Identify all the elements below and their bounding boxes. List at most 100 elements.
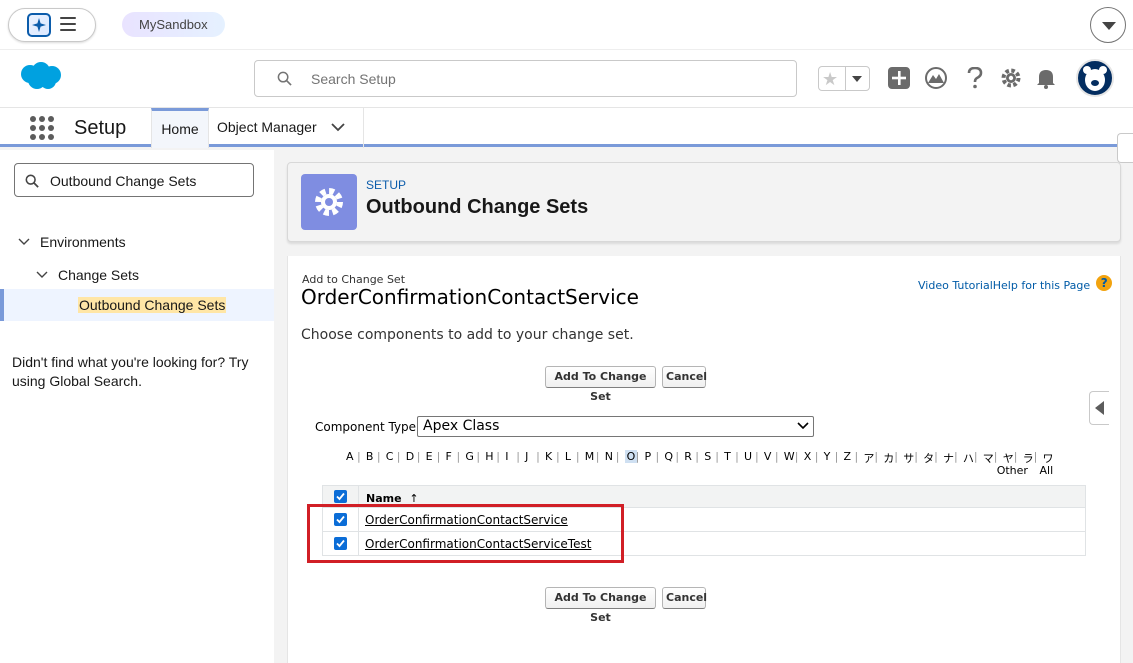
alpha-filter-X[interactable]: X: [804, 450, 812, 463]
alpha-filter-C[interactable]: C: [386, 450, 394, 463]
quick-find-input[interactable]: [50, 171, 245, 191]
page-header: SETUP Outbound Change Sets: [287, 162, 1121, 242]
alpha-filter-W[interactable]: W: [784, 450, 795, 463]
alpha-separator: |: [834, 450, 839, 463]
context-bar: Setup Home Object Manager: [0, 107, 1133, 148]
alpha-separator: |: [556, 450, 560, 463]
avatar[interactable]: [1076, 59, 1114, 97]
alpha-filter-カ[interactable]: カ: [883, 450, 894, 466]
highlight-annotation: [307, 504, 624, 563]
panel-handle[interactable]: [1117, 133, 1133, 163]
alpha-filter-all[interactable]: All: [1040, 464, 1054, 477]
waffle-icon[interactable]: [30, 116, 54, 140]
alpha-filter-N[interactable]: N: [605, 450, 613, 463]
alpha-filter-D[interactable]: D: [406, 450, 414, 463]
tree-item-outbound-change-sets[interactable]: Outbound Change Sets: [0, 289, 274, 321]
chevron-down-icon[interactable]: [18, 238, 30, 246]
app-launcher-pill[interactable]: [8, 8, 96, 42]
alpha-filter-P[interactable]: P: [645, 450, 652, 463]
help-page-link[interactable]: Help for this Page: [993, 279, 1090, 292]
alpha-separator: |: [655, 450, 660, 463]
alpha-filter-V[interactable]: V: [764, 450, 772, 463]
alpha-filter-other[interactable]: Other: [997, 464, 1028, 477]
tree-item-label: Outbound Change Sets: [78, 297, 227, 313]
alpha-filter-タ[interactable]: タ: [923, 450, 934, 466]
alpha-filter-ハ[interactable]: ハ: [963, 450, 974, 466]
tab-object-manager[interactable]: Object Manager: [209, 108, 364, 148]
alpha-filter-ナ[interactable]: ナ: [943, 450, 954, 466]
alpha-filter-M[interactable]: M: [585, 450, 595, 463]
quick-find[interactable]: [14, 163, 254, 197]
alpha-filter-G[interactable]: G: [465, 450, 474, 463]
chevron-down-icon[interactable]: [36, 271, 48, 279]
star-icon[interactable]: ★: [822, 69, 838, 89]
alpha-filter-Q[interactable]: Q: [664, 450, 673, 463]
alpha-separator: |: [476, 450, 481, 463]
alpha-separator: |: [774, 450, 779, 463]
global-search[interactable]: [254, 60, 797, 97]
chevron-down-icon[interactable]: [852, 76, 862, 82]
component-type-value: Apex Class: [423, 418, 500, 434]
alpha-separator: |: [536, 450, 540, 463]
sandbox-badge[interactable]: MySandbox: [122, 12, 225, 37]
add-icon[interactable]: [888, 67, 910, 89]
alpha-filter-B[interactable]: B: [366, 450, 374, 463]
alpha-separator: |: [695, 450, 700, 463]
app-name: Setup: [74, 117, 127, 139]
trailhead-icon[interactable]: [925, 67, 947, 89]
page-title: Outbound Change Sets: [366, 196, 589, 218]
add-to-change-set-button[interactable]: Add To Change Set: [545, 587, 656, 624]
help-icon[interactable]: [966, 67, 984, 89]
add-to-change-set-button[interactable]: Add To Change Set: [545, 366, 656, 403]
component-type-label: Component Type:: [315, 420, 421, 434]
alpha-separator: |: [496, 450, 501, 463]
chevron-down-icon[interactable]: [1090, 7, 1126, 43]
alpha-filter-T[interactable]: T: [724, 450, 731, 463]
side-panel-handle[interactable]: [1089, 391, 1109, 425]
chevron-down-icon[interactable]: [331, 122, 345, 132]
alpha-filter-K[interactable]: K: [545, 450, 552, 463]
alpha-filter-ア[interactable]: ア: [863, 450, 874, 466]
help-icon[interactable]: ?: [1096, 275, 1113, 291]
gear-icon: [301, 174, 357, 230]
select-all-checkbox[interactable]: [334, 490, 347, 503]
changeset-name: OrderConfirmationContactService: [301, 285, 639, 309]
alpha-filter-サ[interactable]: サ: [903, 450, 914, 466]
alpha-filter-F[interactable]: F: [446, 450, 452, 463]
alpha-filter-A[interactable]: A: [346, 450, 354, 463]
alpha-separator: |: [954, 450, 958, 463]
alpha-separator: |: [1033, 450, 1038, 463]
component-type-select[interactable]: Apex Class: [417, 416, 814, 437]
favorites-group[interactable]: ★: [818, 66, 870, 91]
salesforce-cloud-logo[interactable]: [17, 60, 63, 97]
alpha-separator: |: [894, 450, 899, 463]
alpha-filter-Y[interactable]: Y: [824, 450, 831, 463]
alpha-filter-マ[interactable]: マ: [983, 450, 994, 466]
gear-icon[interactable]: [1000, 67, 1022, 89]
help-links: Video TutorialHelp for this Page?: [918, 275, 1113, 294]
search-input[interactable]: [311, 69, 781, 89]
chevron-down-icon[interactable]: [797, 422, 809, 430]
alpha-separator: |: [357, 450, 361, 463]
alpha-filter-U[interactable]: U: [744, 450, 752, 463]
alpha-separator: |: [615, 450, 620, 463]
alpha-filter-I[interactable]: I: [505, 450, 508, 463]
alpha-filter-S[interactable]: S: [704, 450, 711, 463]
alpha-filter-L[interactable]: L: [565, 450, 571, 463]
hamburger-icon[interactable]: [60, 17, 76, 31]
alpha-filter-Z[interactable]: Z: [844, 450, 852, 463]
tab-home[interactable]: Home: [151, 108, 209, 148]
sandbox-bar: MySandbox: [0, 0, 1133, 50]
video-tutorial-link[interactable]: Video Tutorial: [918, 279, 993, 292]
cancel-button[interactable]: Cancel: [662, 587, 707, 609]
alpha-filter-J[interactable]: J: [525, 450, 528, 463]
alpha-separator: |: [993, 450, 998, 463]
agent-icon[interactable]: [27, 13, 51, 37]
alpha-filter-R[interactable]: R: [684, 450, 692, 463]
alpha-filter-E[interactable]: E: [426, 450, 433, 463]
tab-label: Object Manager: [217, 119, 317, 135]
cancel-button[interactable]: Cancel: [662, 366, 707, 388]
alpha-separator: |: [575, 450, 580, 463]
bell-icon[interactable]: [1035, 67, 1057, 89]
alpha-filter-H[interactable]: H: [485, 450, 493, 463]
